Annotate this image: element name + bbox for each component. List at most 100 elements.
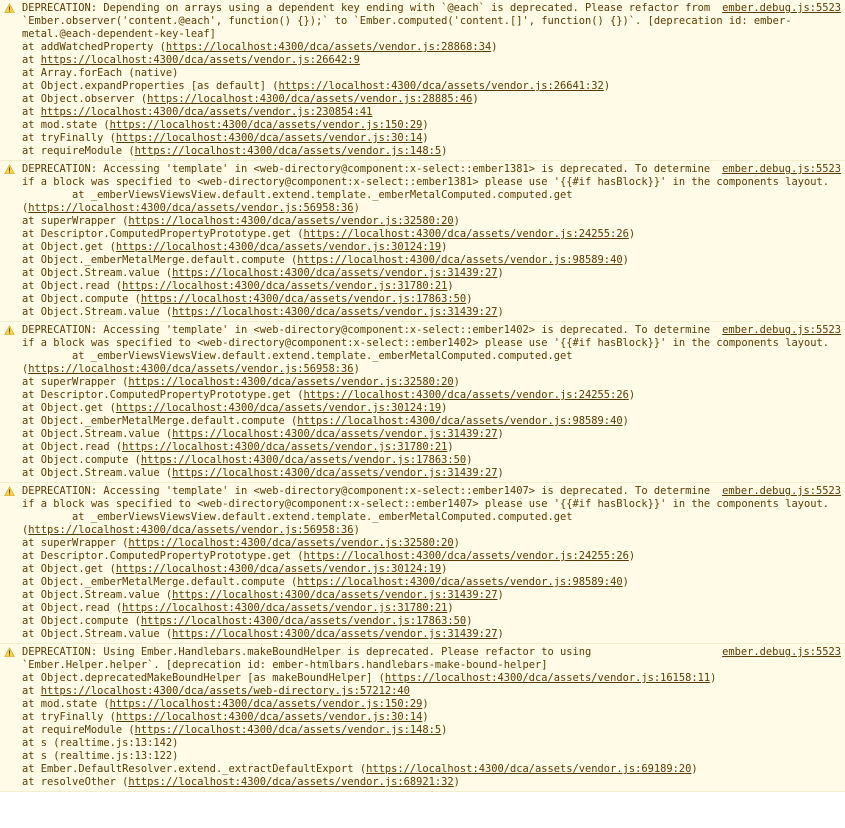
stack-link[interactable]: https://localhost:4300/dca/assets/vendor… [116, 402, 441, 414]
stack-link[interactable]: https://localhost:4300/dca/assets/vendor… [116, 132, 423, 144]
stack-link[interactable]: https://localhost:4300/dca/assets/vendor… [297, 254, 622, 266]
stack-frame: at Object.get (https://localhost:4300/dc… [22, 563, 841, 576]
stack-link[interactable]: https://localhost:4300/dca/assets/vendor… [122, 280, 447, 292]
stack-fn: Object.get [41, 241, 104, 253]
console-warning-entry: ember.debug.js:5523DEPRECATION: Dependin… [0, 0, 845, 161]
stack-fn: Object._emberMetalMerge.default.compute [41, 415, 285, 427]
stack-link[interactable]: https://localhost:4300/dca/assets/vendor… [128, 776, 453, 788]
stack-link[interactable]: https://localhost:4300/dca/assets/vendor… [304, 550, 629, 562]
stack-fn: tryFinally [41, 132, 104, 144]
stack-fn: requireModule [41, 724, 122, 736]
stack-frame: at superWrapper (https://localhost:4300/… [22, 537, 841, 550]
stack-link[interactable]: https://localhost:4300/dca/assets/vendor… [172, 306, 497, 318]
stack-frame: at Object.Stream.value (https://localhos… [22, 428, 841, 441]
stack-link[interactable]: https://localhost:4300/dca/assets/vendor… [41, 106, 373, 118]
stack-fn: Object.Stream.value [41, 306, 160, 318]
message-source-link[interactable]: ember.debug.js:5523 [722, 485, 841, 498]
stack-frame: at s (realtime.js:13:142) [22, 737, 841, 750]
stack-frame: at https://localhost:4300/dca/assets/ven… [22, 106, 841, 119]
stack-frame: at tryFinally (https://localhost:4300/dc… [22, 711, 841, 724]
stack-frame: at Object._emberMetalMerge.default.compu… [22, 415, 841, 428]
stack-link[interactable]: https://localhost:4300/dca/assets/vendor… [172, 467, 497, 479]
stack-fn: Object.compute [41, 615, 129, 627]
stack-frame: at Descriptor.ComputedPropertyPrototype.… [22, 389, 841, 402]
stack-fn: Object.observer [41, 93, 135, 105]
console-warning-entry: ember.debug.js:5523DEPRECATION: Accessin… [0, 161, 845, 322]
warning-icon [4, 647, 15, 658]
console-warning-entry: ember.debug.js:5523DEPRECATION: Accessin… [0, 322, 845, 483]
stack-frame: at Object.observer (https://localhost:43… [22, 93, 841, 106]
deprecation-message: DEPRECATION: Accessing 'template' in <we… [22, 485, 841, 511]
stack-frame: at Object._emberMetalMerge.default.compu… [22, 576, 841, 589]
warning-icon [4, 486, 15, 497]
message-source-link[interactable]: ember.debug.js:5523 [722, 646, 841, 659]
stack-link[interactable]: https://localhost:4300/dca/assets/vendor… [172, 628, 497, 640]
stack-link[interactable]: https://localhost:4300/dca/assets/vendor… [28, 524, 353, 536]
stack-frame: at Object.compute (https://localhost:430… [22, 293, 841, 306]
stack-frame: at superWrapper (https://localhost:4300/… [22, 376, 841, 389]
stack-link[interactable]: https://localhost:4300/dca/assets/vendor… [116, 563, 441, 575]
stack-link[interactable]: https://localhost:4300/dca/assets/vendor… [128, 215, 453, 227]
stack-fn: requireModule [41, 145, 122, 157]
stack-frame: at requireModule (https://localhost:4300… [22, 724, 841, 737]
stack-link[interactable]: https://localhost:4300/dca/assets/vendor… [41, 54, 360, 66]
stack-fn: Ember.DefaultResolver.extend._extractDef… [41, 763, 354, 775]
stack-frame: at s (realtime.js:13:122) [22, 750, 841, 763]
stack-frame: at _emberViewsViewsView.default.extend.t… [22, 350, 841, 376]
stack-frame: at _emberViewsViewsView.default.extend.t… [22, 511, 841, 537]
message-source-link[interactable]: ember.debug.js:5523 [722, 2, 841, 15]
warning-icon [4, 325, 15, 336]
stack-link[interactable]: https://localhost:4300/dca/assets/vendor… [128, 537, 453, 549]
stack-frame: at https://localhost:4300/dca/assets/web… [22, 685, 841, 698]
stack-fn: Object.Stream.value [41, 267, 160, 279]
stack-link[interactable]: https://localhost:4300/dca/assets/vendor… [128, 376, 453, 388]
stack-fn: superWrapper [41, 537, 116, 549]
stack-link[interactable]: https://localhost:4300/dca/assets/vendor… [279, 80, 604, 92]
stack-fn: Object.Stream.value [41, 428, 160, 440]
deprecation-message: DEPRECATION: Depending on arrays using a… [22, 2, 841, 41]
stack-link[interactable]: https://localhost:4300/dca/assets/vendor… [147, 93, 472, 105]
message-source-link[interactable]: ember.debug.js:5523 [722, 324, 841, 337]
stack-fn: Object.compute [41, 454, 129, 466]
stack-frame: at tryFinally (https://localhost:4300/dc… [22, 132, 841, 145]
stack-fn: Object._emberMetalMerge.default.compute [41, 254, 285, 266]
stack-fn: superWrapper [41, 215, 116, 227]
stack-link[interactable]: https://localhost:4300/dca/assets/vendor… [385, 672, 710, 684]
stack-link[interactable]: https://localhost:4300/dca/assets/vendor… [141, 615, 466, 627]
stack-fn: Object.compute [41, 293, 129, 305]
stack-link[interactable]: https://localhost:4300/dca/assets/web-di… [41, 685, 410, 697]
stack-link[interactable]: https://localhost:4300/dca/assets/vendor… [304, 228, 629, 240]
stack-frame: at superWrapper (https://localhost:4300/… [22, 215, 841, 228]
stack-link[interactable]: https://localhost:4300/dca/assets/vendor… [28, 363, 353, 375]
stack-link[interactable]: https://localhost:4300/dca/assets/vendor… [304, 389, 629, 401]
warning-icon [4, 325, 15, 336]
warning-icon [4, 3, 15, 14]
stack-frame: at Object.get (https://localhost:4300/dc… [22, 402, 841, 415]
stack-link[interactable]: https://localhost:4300/dca/assets/vendor… [141, 454, 466, 466]
stack-link[interactable]: https://localhost:4300/dca/assets/vendor… [116, 241, 441, 253]
stack-link[interactable]: https://localhost:4300/dca/assets/vendor… [135, 145, 442, 157]
stack-link[interactable]: https://localhost:4300/dca/assets/vendor… [122, 441, 447, 453]
stack-link[interactable]: https://localhost:4300/dca/assets/vendor… [116, 711, 423, 723]
message-source-link[interactable]: ember.debug.js:5523 [722, 163, 841, 176]
stack-frame: at Object.compute (https://localhost:430… [22, 454, 841, 467]
stack-frame: at Array.forEach (native) [22, 67, 841, 80]
stack-fn: s (realtime.js:13:142) [41, 737, 179, 749]
stack-link[interactable]: https://localhost:4300/dca/assets/vendor… [110, 698, 423, 710]
stack-link[interactable]: https://localhost:4300/dca/assets/vendor… [366, 763, 691, 775]
stack-fn: tryFinally [41, 711, 104, 723]
stack-link[interactable]: https://localhost:4300/dca/assets/vendor… [135, 724, 442, 736]
stack-link[interactable]: https://localhost:4300/dca/assets/vendor… [141, 293, 466, 305]
stack-link[interactable]: https://localhost:4300/dca/assets/vendor… [166, 41, 491, 53]
stack-link[interactable]: https://localhost:4300/dca/assets/vendor… [172, 428, 497, 440]
stack-link[interactable]: https://localhost:4300/dca/assets/vendor… [122, 602, 447, 614]
stack-link[interactable]: https://localhost:4300/dca/assets/vendor… [28, 202, 353, 214]
stack-link[interactable]: https://localhost:4300/dca/assets/vendor… [297, 415, 622, 427]
stack-fn: Object.Stream.value [41, 589, 160, 601]
stack-link[interactable]: https://localhost:4300/dca/assets/vendor… [172, 589, 497, 601]
stack-link[interactable]: https://localhost:4300/dca/assets/vendor… [297, 576, 622, 588]
stack-link[interactable]: https://localhost:4300/dca/assets/vendor… [172, 267, 497, 279]
stack-frame: at Object.Stream.value (https://localhos… [22, 467, 841, 480]
stack-link[interactable]: https://localhost:4300/dca/assets/vendor… [110, 119, 423, 131]
stack-frame: at resolveOther (https://localhost:4300/… [22, 776, 841, 789]
